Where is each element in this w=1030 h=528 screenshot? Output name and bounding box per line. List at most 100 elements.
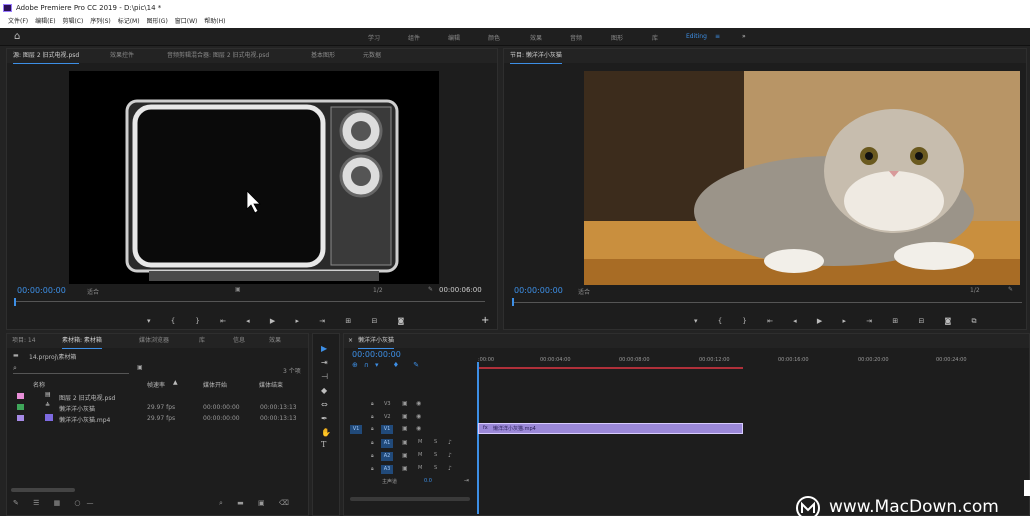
track-header-v3[interactable]: 🔒︎ V3 ▣ ◉ <box>344 398 478 410</box>
col-name[interactable]: 名称 <box>33 380 45 389</box>
source-fit-select[interactable]: 适合 <box>87 287 99 296</box>
sync-icon[interactable]: ▣ <box>402 439 408 446</box>
tab-libraries[interactable]: 库 <box>199 334 205 348</box>
go-to-end-icon[interactable]: ⇥ <box>464 477 469 484</box>
tab-program[interactable]: 节目: 懒洋洋小灰猫 <box>510 49 562 64</box>
ws-color[interactable]: 颜色 <box>488 33 500 42</box>
lock-icon[interactable]: 🔒︎ <box>371 466 374 472</box>
solo-button[interactable]: S <box>434 452 437 458</box>
ws-learn[interactable]: 学习 <box>368 33 380 42</box>
menu-window[interactable]: 窗口(W) <box>175 18 198 25</box>
bin-search-input[interactable]: ⌕ <box>13 364 129 374</box>
tab-project[interactable]: 项目: 14 <box>12 334 36 348</box>
mute-button[interactable]: M <box>418 452 422 458</box>
ws-graphics[interactable]: 图形 <box>611 33 623 42</box>
col-fps[interactable]: 帧速率 <box>147 380 165 389</box>
source-add-button[interactable]: + <box>481 315 489 326</box>
ws-effects[interactable]: 效果 <box>530 33 542 42</box>
source-timecode-in[interactable]: 00:00:00:00 <box>17 286 66 295</box>
program-wrench-icon[interactable]: ✎ <box>1008 286 1013 293</box>
slip-tool-icon[interactable]: ⇔ <box>321 400 328 409</box>
razor-tool-icon[interactable]: ◆ <box>321 386 327 395</box>
track-header-a1[interactable]: 🔒︎ A1 ▣ M S ♪ <box>344 437 478 449</box>
source-patch-v1[interactable]: V1 <box>350 425 362 434</box>
ripple-edit-tool-icon[interactable]: ⊣ <box>321 372 328 381</box>
tab-metadata[interactable]: 元数据 <box>363 49 381 63</box>
timeline-timecode[interactable]: 00:00:00:00 <box>352 350 401 359</box>
menu-graphics[interactable]: 图形(G) <box>146 18 167 25</box>
program-playhead[interactable] <box>512 298 514 306</box>
track-header-master[interactable]: 主声道 0.0 ⇥ <box>344 476 478 488</box>
eye-icon[interactable]: ◉ <box>416 400 421 407</box>
selection-tool-icon[interactable]: ▶ <box>321 344 327 353</box>
project-footer-toolbar[interactable]: ✎ ☰ ▦ ○— <box>13 499 100 507</box>
table-row[interactable]: ≜ 懒洋洋小灰猫 29.97 fps 00:00:00:00 00:00:13:… <box>7 402 308 413</box>
source-scrubber[interactable] <box>15 301 485 302</box>
menu-clip[interactable]: 剪辑(C) <box>62 18 83 25</box>
solo-button[interactable]: S <box>434 465 437 471</box>
program-timecode[interactable]: 00:00:00:00 <box>514 286 563 295</box>
ws-audio[interactable]: 音频 <box>570 33 582 42</box>
pen-tool-icon[interactable]: ✒ <box>321 414 328 423</box>
ws-libraries[interactable]: 库 <box>652 33 658 42</box>
program-quality-select[interactable]: 1/2 <box>970 287 980 294</box>
sync-icon[interactable]: ▣ <box>402 465 408 472</box>
eye-icon[interactable]: ◉ <box>416 413 421 420</box>
label-color-swatch[interactable] <box>17 393 24 399</box>
track-header-v1[interactable]: V1 🔒︎ V1 ▣ ◉ <box>344 423 478 436</box>
tab-bin[interactable]: 素材箱: 素材箱 <box>62 334 102 349</box>
sync-icon[interactable]: ▣ <box>402 425 408 432</box>
mute-button[interactable]: M <box>418 439 422 445</box>
track-header-a2[interactable]: 🔒︎ A2 ▣ M S ♪ <box>344 450 478 462</box>
program-scrubber[interactable] <box>512 302 1022 303</box>
mute-button[interactable]: M <box>418 465 422 471</box>
ws-more-icon[interactable]: » <box>742 33 746 40</box>
menu-edit[interactable]: 编辑(E) <box>35 18 55 25</box>
tab-effect-controls[interactable]: 效果控件 <box>110 49 134 63</box>
mic-icon[interactable]: ♪ <box>448 465 452 472</box>
work-area-bar[interactable] <box>478 367 743 369</box>
hand-tool-icon[interactable]: ✋ <box>321 428 331 437</box>
tab-sequence[interactable]: 懒洋洋小灰猫 <box>358 334 395 349</box>
ws-editing[interactable]: Editing <box>686 33 707 40</box>
source-transport-controls[interactable]: ▾ { } ⇤ ◂ ▶ ▸ ⇥ ⊞ ⊟ ◙ <box>147 317 413 325</box>
source-playhead[interactable] <box>14 298 16 306</box>
new-bin-icon[interactable]: ▣ <box>137 364 143 371</box>
tab-source[interactable]: 源: 图层 2 旧式电视.psd <box>13 49 80 64</box>
tab-info[interactable]: 信息 <box>233 334 245 348</box>
type-tool-icon[interactable]: T <box>321 440 326 449</box>
home-icon[interactable]: ⌂ <box>14 31 20 42</box>
menu-marker[interactable]: 标记(M) <box>118 18 140 25</box>
project-footer-actions[interactable]: ⌕ ▬ ▣ ⌫ <box>219 499 295 508</box>
lock-icon[interactable]: 🔒︎ <box>371 414 374 420</box>
source-quality-select[interactable]: 1/2 <box>373 287 383 294</box>
solo-button[interactable]: S <box>434 439 437 445</box>
track-label[interactable]: A2 <box>381 452 393 461</box>
track-label[interactable]: A1 <box>381 439 393 448</box>
menu-sequence[interactable]: 序列(S) <box>90 18 111 25</box>
timeline-hscrollbar[interactable] <box>350 497 470 501</box>
track-header-a3[interactable]: 🔒︎ A3 ▣ M S ♪ <box>344 463 478 475</box>
menu-help[interactable]: 帮助(H) <box>204 18 225 25</box>
track-select-tool-icon[interactable]: ⇥ <box>321 358 328 367</box>
lock-icon[interactable]: 🔒︎ <box>371 453 374 459</box>
master-level[interactable]: 0.0 <box>424 478 432 484</box>
video-clip[interactable]: fx 懒洋洋小灰猫.mp4 <box>478 423 743 434</box>
track-header-v2[interactable]: 🔒︎ V2 ▣ ◉ <box>344 411 478 423</box>
table-row[interactable]: ▤ 图层 2 旧式电视.psd <box>7 391 308 402</box>
program-transport-controls[interactable]: ▾ { } ⇤ ◂ ▶ ▸ ⇥ ⊞ ⊟ ◙ ⧉ <box>694 317 986 326</box>
sync-icon[interactable]: ▣ <box>402 452 408 459</box>
label-color-swatch[interactable] <box>17 404 24 410</box>
sync-icon[interactable]: ▣ <box>402 413 408 420</box>
track-label[interactable]: A3 <box>381 465 393 474</box>
lock-icon[interactable]: 🔒︎ <box>371 401 374 407</box>
tab-effects[interactable]: 效果 <box>269 334 281 348</box>
program-fit-select[interactable]: 适合 <box>578 287 590 296</box>
timeline-toolbar[interactable]: ⊕∩▾ ♦ ✎ <box>352 361 425 369</box>
sort-asc-icon[interactable]: ▲ <box>173 379 178 386</box>
eye-icon[interactable]: ◉ <box>416 425 421 432</box>
lock-icon[interactable]: 🔒︎ <box>371 440 374 446</box>
mic-icon[interactable]: ♪ <box>448 452 452 459</box>
col-media-end[interactable]: 媒体结束 <box>259 380 283 389</box>
table-row[interactable]: 懒洋洋小灰猫.mp4 29.97 fps 00:00:00:00 00:00:1… <box>7 413 308 424</box>
